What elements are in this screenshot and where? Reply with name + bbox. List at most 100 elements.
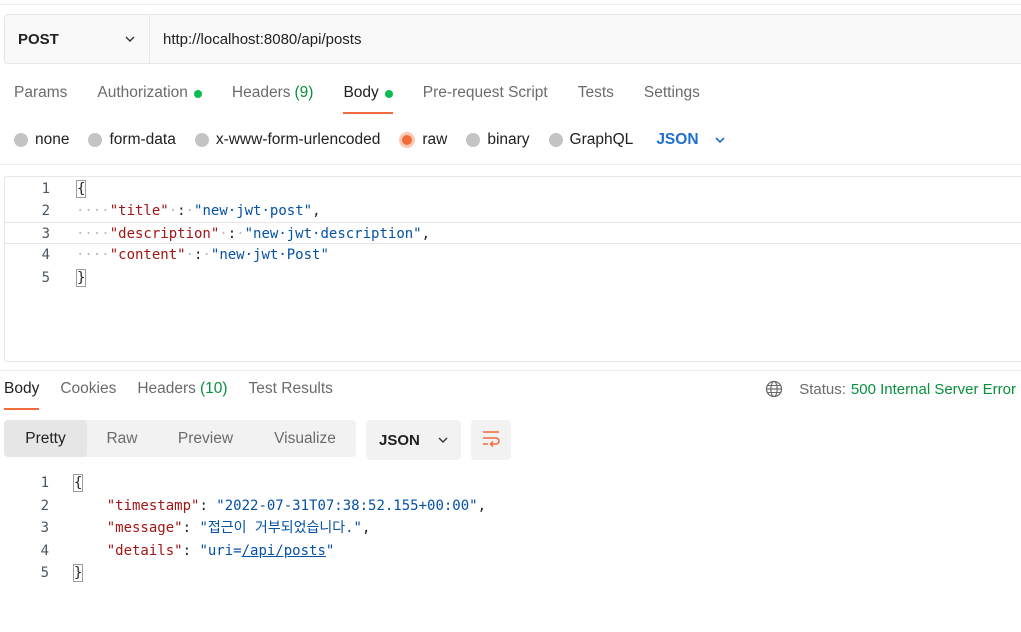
json-value: " [325,543,335,559]
line-number: 3 [41,226,50,242]
tab-body[interactable]: Body [343,84,394,114]
json-key: "details" [106,543,183,559]
headers-count: (9) [294,84,314,101]
radio-label: raw [422,131,448,148]
radio-label: binary [487,131,530,148]
view-raw-button[interactable]: Raw [87,420,157,457]
tab-label: Body [4,380,40,397]
tab-settings[interactable]: Settings [644,84,700,114]
tab-cookies[interactable]: Cookies [60,380,116,410]
headers-count: (10) [199,380,228,397]
active-dot-icon [193,90,202,98]
radio-label: x-www-form-urlencoded [215,131,381,148]
active-dot-icon [384,90,393,98]
tab-test-results[interactable]: Test Results [249,380,333,410]
body-type-selector: none form-data x-www-form-urlencoded raw… [14,128,725,152]
json-key: "timestamp" [106,498,200,514]
tab-response-body[interactable]: Body [4,380,40,410]
view-preview-button[interactable]: Preview [157,420,254,457]
open-brace: { [76,180,87,198]
wrap-lines-button[interactable] [471,420,511,460]
tab-label: Pre-request Script [422,84,548,101]
url-input[interactable] [150,15,1021,63]
line-number: 1 [41,181,50,197]
radio-circle-icon [548,133,563,147]
open-brace: { [73,474,84,492]
tab-authorization[interactable]: Authorization [97,84,202,114]
radio-graphql[interactable]: GraphQL [548,131,634,149]
code-line: 1 { [5,178,1021,200]
radio-form-data[interactable]: form-data [88,131,176,149]
json-key: "description" [109,226,220,242]
response-format-select[interactable]: JSON [366,420,461,460]
tab-params[interactable]: Params [14,84,67,114]
status-value[interactable]: 500 Internal Server Error [851,381,1016,398]
url-bar: POST [4,14,1021,64]
code-line: 2 "timestamp": "2022-07-31T07:38:52.155+… [0,495,1021,517]
json-value: "접근이 거부되었습니다." [199,520,362,536]
json-value: "uri= [199,543,242,559]
view-label: Pretty [25,429,66,447]
response-view-group: Pretty Raw Preview Visualize [4,420,356,457]
tab-label: Params [14,84,68,101]
method-select[interactable]: POST [5,15,150,63]
tab-tests[interactable]: Tests [578,84,614,114]
view-label: Raw [106,429,138,447]
radio-urlencoded[interactable]: x-www-form-urlencoded [194,131,381,149]
code-line: 4 ····"content"·:·"new·jwt·Post" [5,244,1021,266]
radio-raw[interactable]: raw [399,131,447,149]
format-label: JSON [379,431,420,449]
wrap-lines-icon [481,429,501,451]
view-visualize-button[interactable]: Visualize [254,420,356,457]
code-line: 3 "message": "접근이 거부되었습니다.", [0,517,1021,539]
radio-label: none [35,131,70,148]
method-label: POST [18,30,59,48]
line-number: 4 [41,247,50,263]
tab-label: Test Results [248,380,333,397]
radio-checked-icon [399,132,416,148]
divider [0,164,1021,165]
json-value: "new·jwt·post" [194,203,313,219]
radio-circle-icon [88,133,103,147]
radio-none[interactable]: none [14,131,69,149]
tab-headers[interactable]: Headers (9) [232,84,314,114]
view-label: Preview [177,429,234,447]
line-number: 2 [40,498,49,514]
tab-label: Body [343,84,379,101]
radio-label: GraphQL [569,131,634,148]
code-line-active: 3 ····"description"·:·"new·jwt·descripti… [5,222,1021,244]
tab-label: Headers [137,380,196,397]
code-line: 4 "details": "uri=/api/posts" [0,540,1021,562]
divider [0,370,1021,371]
response-tabs: Body Cookies Headers (10) Test Results [4,380,354,410]
view-pretty-button[interactable]: Pretty [4,420,87,457]
globe-icon[interactable] [765,380,783,398]
radio-label: form-data [109,131,176,148]
radio-circle-icon [466,133,481,147]
code-line: 5 } [5,267,1021,289]
line-number: 2 [41,203,50,219]
chevron-down-icon [438,435,448,445]
view-label: Visualize [274,429,336,447]
chevron-down-icon [714,135,725,145]
body-format-label: JSON [656,131,699,148]
tab-label: Authorization [97,84,188,101]
request-tabs: Params Authorization Headers (9) Body Pre… [14,84,730,114]
radio-circle-icon [194,133,209,147]
code-line: 2 ····"title"·:·"new·jwt·post", [5,200,1021,222]
tab-response-headers[interactable]: Headers (10) [137,380,227,410]
status-label: Status: [799,380,846,398]
body-format-select[interactable]: JSON [656,131,725,149]
code-line: 5 } [0,562,1021,584]
tab-pre-request-script[interactable]: Pre-request Script [423,84,548,114]
uri-link[interactable]: /api/posts [242,543,326,559]
line-number: 5 [40,565,49,581]
top-divider [0,4,1021,5]
json-key: "title" [109,203,169,219]
request-body-editor[interactable]: 1 { 2 ····"title"·:·"new·jwt·post", 3 ··… [4,176,1021,362]
radio-binary[interactable]: binary [466,131,530,149]
line-number: 4 [40,543,49,559]
line-number: 1 [40,475,49,491]
chevron-down-icon [125,34,135,44]
line-number: 5 [41,270,50,286]
